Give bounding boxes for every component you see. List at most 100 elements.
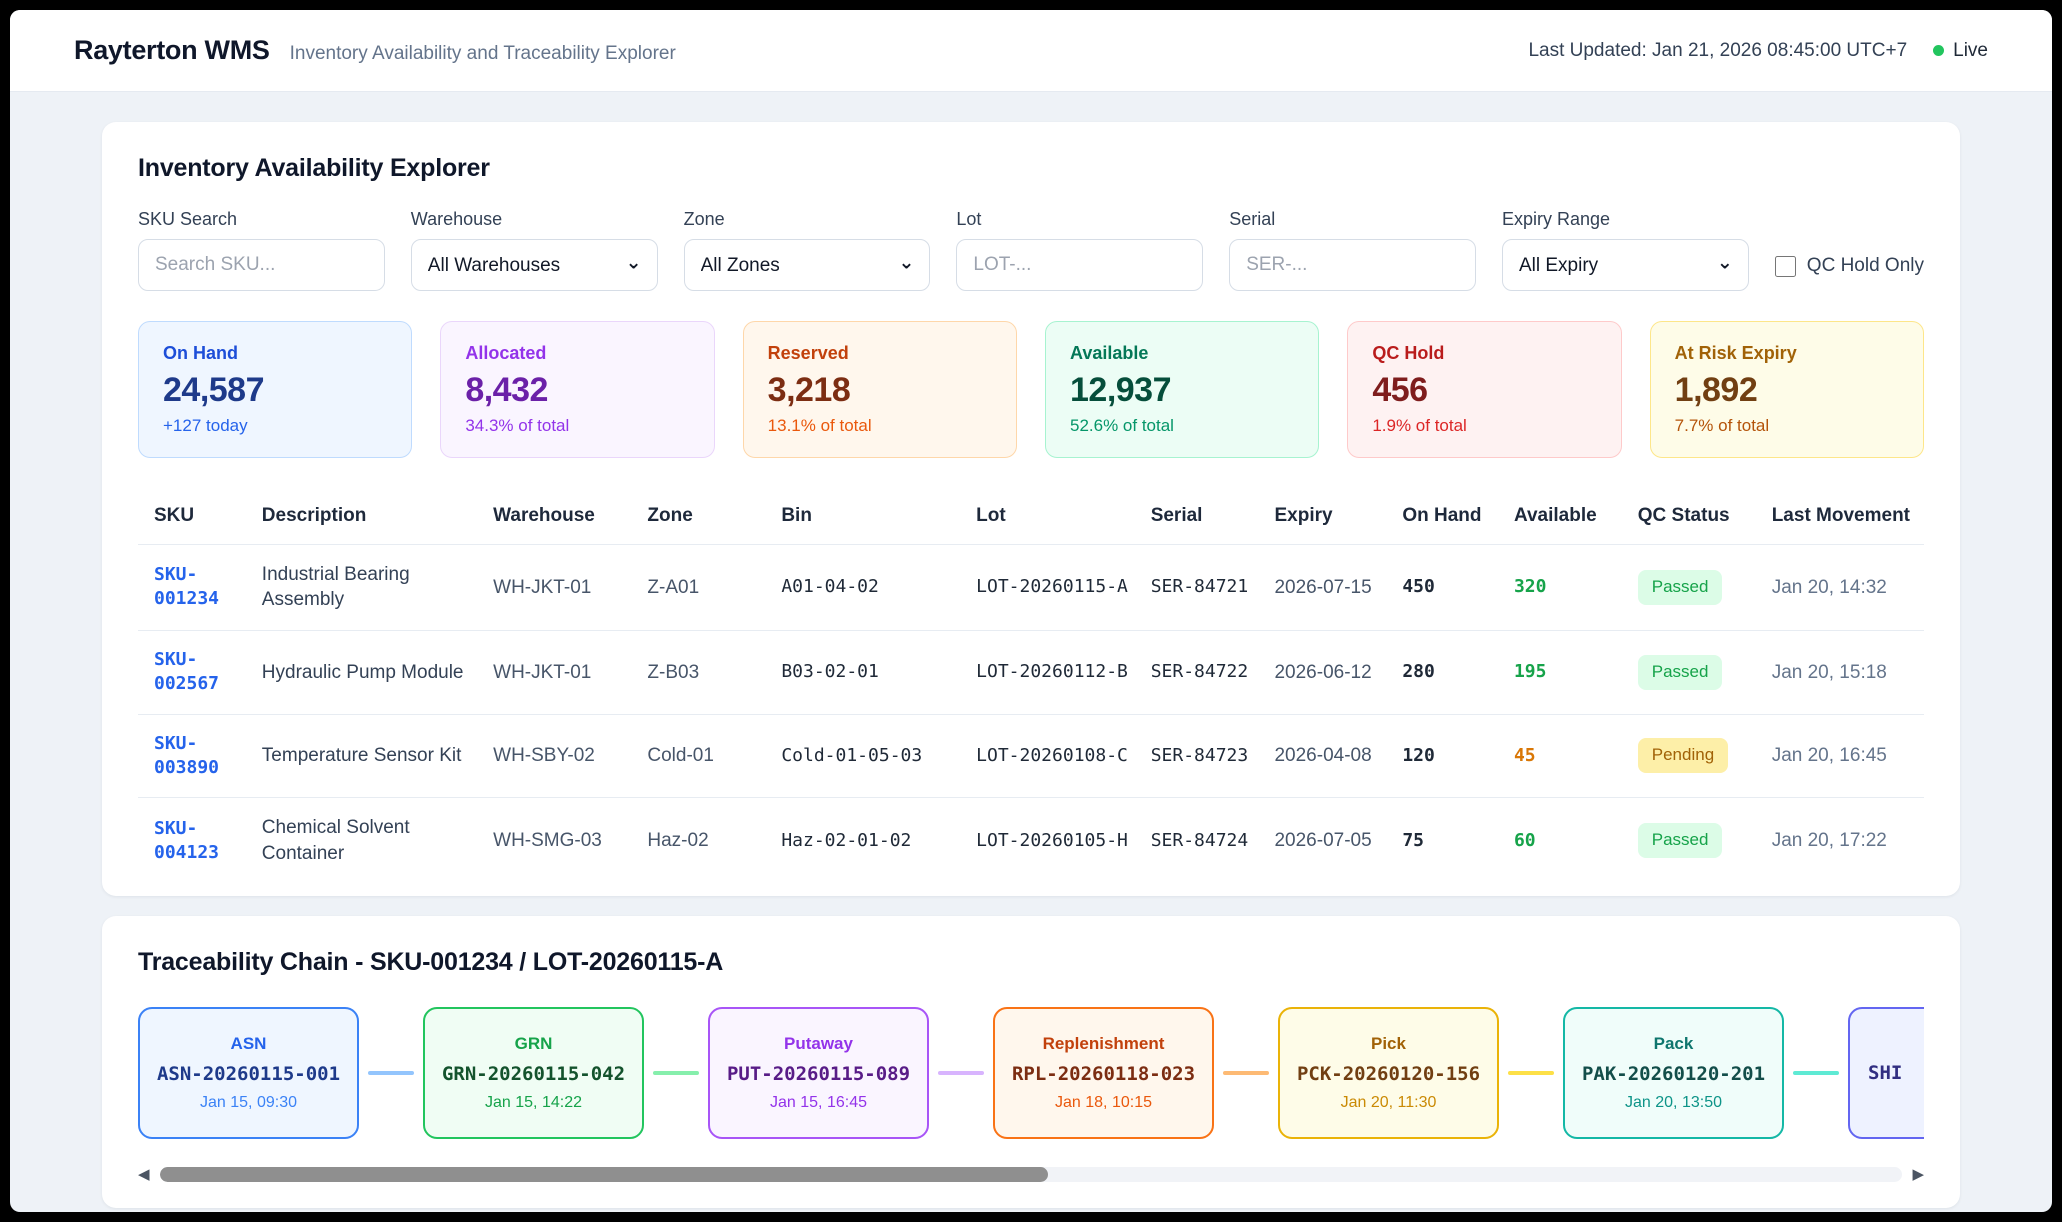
stat-card-on-hand: On Hand24,587+127 today — [138, 321, 412, 458]
warehouse-cell: WH-JKT-01 — [493, 544, 647, 630]
qc-status-cell: Passed — [1638, 631, 1772, 715]
chain-connector — [359, 1071, 423, 1075]
chain-node-code: PCK-20260120-156 — [1297, 1063, 1480, 1085]
serial-cell: SER-84722 — [1151, 631, 1275, 715]
chain-node-stage: GRN — [515, 1034, 553, 1054]
inventory-explorer-card: Inventory Availability Explorer SKU Sear… — [102, 122, 1960, 896]
chain-connector-line — [1508, 1071, 1554, 1075]
chain-node-timestamp: Jan 18, 10:15 — [1055, 1094, 1152, 1112]
app-window: Rayterton WMS Inventory Availability and… — [10, 10, 2052, 1212]
expiry-select[interactable]: All Expiry — [1502, 239, 1749, 291]
stat-label: At Risk Expiry — [1675, 343, 1899, 364]
chain-node-code: RPL-20260118-023 — [1012, 1063, 1195, 1085]
zone-label: Zone — [684, 209, 931, 230]
sku-cell[interactable]: SKU-001234 — [138, 544, 262, 630]
bin-cell: Cold-01-05-03 — [781, 714, 976, 798]
sku-search-filter: SKU Search — [138, 209, 385, 291]
stat-label: QC Hold — [1372, 343, 1596, 364]
scrollbar-thumb[interactable] — [160, 1167, 1049, 1182]
chain-node-code: GRN-20260115-042 — [442, 1063, 625, 1085]
chain-connector — [929, 1071, 993, 1075]
sku-cell[interactable]: SKU-004123 — [138, 798, 262, 884]
chain-connector — [644, 1071, 708, 1075]
serial-cell: SER-84723 — [1151, 714, 1275, 798]
traceability-chain-viewport: ASNASN-20260115-001Jan 15, 09:30 GRN GRN-2… — [138, 1007, 1924, 1139]
column-header-expiry: Expiry — [1274, 490, 1402, 544]
expiry-cell: 2026-07-15 — [1274, 544, 1402, 630]
traceability-card: Traceability Chain - SKU-001234 / LOT-20… — [102, 916, 1960, 1208]
warehouse-select[interactable]: All Warehouses — [411, 239, 658, 291]
bin-cell: A01-04-02 — [781, 544, 976, 630]
chain-connector-line — [938, 1071, 984, 1075]
serial-input[interactable] — [1229, 239, 1476, 291]
column-header-sku: SKU — [138, 490, 262, 544]
stat-card-at-risk-expiry: At Risk Expiry 1,892 7.7% of total — [1650, 321, 1924, 458]
column-header-bin: Bin — [781, 490, 976, 544]
expiry-cell: 2026-07-05 — [1274, 798, 1402, 884]
chain-scrollbar: ◀ ▶ — [138, 1167, 1924, 1182]
chain-node-stage: ASN — [231, 1034, 267, 1054]
table-row: SKU-002567Hydraulic Pump ModuleWH-JKT-01… — [138, 631, 1924, 715]
lot-filter: Lot — [956, 209, 1203, 291]
zone-filter: Zone All Zones ⌄ — [684, 209, 931, 291]
stat-subtext: +127 today — [163, 416, 387, 436]
zone-select[interactable]: All Zones — [684, 239, 931, 291]
sku-search-input[interactable] — [138, 239, 385, 291]
last-movement-cell: Jan 20, 15:18 — [1772, 631, 1924, 715]
chain-node-timestamp: Jan 15, 09:30 — [200, 1094, 297, 1112]
chain-node-pack[interactable]: PackPAK-20260120-201Jan 20, 13:50 — [1563, 1007, 1784, 1139]
zone-cell: Haz-02 — [647, 798, 781, 884]
expiry-cell: 2026-06-12 — [1274, 631, 1402, 715]
expiry-label: Expiry Range — [1502, 209, 1749, 230]
qc-hold-only-checkbox[interactable] — [1775, 256, 1796, 277]
table-row: SKU-001234Industrial Bearing AssemblyWH-… — [138, 544, 1924, 630]
stat-card-qc-hold: QC Hold 456 1.9% of total — [1347, 321, 1621, 458]
app-header: Rayterton WMS Inventory Availability and… — [10, 10, 2052, 92]
table-row: SKU-003890Temperature Sensor KitWH-SBY-0… — [138, 714, 1924, 798]
sku-search-label: SKU Search — [138, 209, 385, 230]
last-movement-cell: Jan 20, 17:22 — [1772, 798, 1924, 884]
chain-node-pick[interactable]: PickPCK-20260120-156Jan 20, 11:30 — [1278, 1007, 1499, 1139]
chain-node-stage: Putaway — [784, 1034, 853, 1054]
scrollbar-track[interactable] — [160, 1167, 1903, 1182]
chain-node-stage: Pick — [1371, 1034, 1406, 1054]
scroll-left-arrow[interactable]: ◀ — [138, 1167, 150, 1182]
qc-hold-only-label: QC Hold Only — [1807, 255, 1924, 277]
chain-node-grn[interactable]: GRNGRN-20260115-042Jan 15, 14:22 — [423, 1007, 644, 1139]
on-hand-cell: 120 — [1402, 714, 1514, 798]
zone-cell: Z-B03 — [647, 631, 781, 715]
qc-hold-only-filter[interactable]: QC Hold Only — [1775, 255, 1924, 277]
lot-input[interactable] — [956, 239, 1203, 291]
warehouse-cell: WH-SMG-03 — [493, 798, 647, 884]
chain-node-code: PAK-20260120-201 — [1582, 1063, 1765, 1085]
table-header-row: SKUDescriptionWarehouseZoneBinLotSerialE… — [138, 490, 1924, 544]
stat-value: 456 — [1372, 371, 1596, 410]
on-hand-cell: 75 — [1402, 798, 1514, 884]
chain-node-replenishment[interactable]: ReplenishmentRPL-20260118-023Jan 18, 10:… — [993, 1007, 1214, 1139]
main-content: Inventory Availability Explorer SKU Sear… — [10, 92, 2052, 1212]
qc-status-cell: Passed — [1638, 798, 1772, 884]
chain-node-code: PUT-20260115-089 — [727, 1063, 910, 1085]
stat-label: On Hand — [163, 343, 387, 364]
stat-value: 1,892 — [1675, 371, 1899, 410]
sku-cell[interactable]: SKU-003890 — [138, 714, 262, 798]
chain-node-asn[interactable]: ASNASN-20260115-001Jan 15, 09:30 — [138, 1007, 359, 1139]
traceability-chain: ASNASN-20260115-001Jan 15, 09:30 GRN GRN-2… — [138, 1007, 1924, 1139]
traceability-title: Traceability Chain - SKU-001234 / LOT-20… — [138, 948, 1924, 977]
sku-cell[interactable]: SKU-002567 — [138, 631, 262, 715]
explorer-title: Inventory Availability Explorer — [138, 154, 1924, 183]
stat-subtext: 1.9% of total — [1372, 416, 1596, 436]
serial-cell: SER-84724 — [1151, 798, 1275, 884]
live-indicator-dot — [1933, 45, 1944, 56]
zone-cell: Cold-01 — [647, 714, 781, 798]
scroll-right-arrow[interactable]: ▶ — [1912, 1167, 1924, 1182]
chain-node-putaway[interactable]: PutawayPUT-20260115-089Jan 15, 16:45 — [708, 1007, 929, 1139]
stat-subtext: 7.7% of total — [1675, 416, 1899, 436]
description-cell: Industrial Bearing Assembly — [262, 544, 493, 630]
stat-card-allocated: Allocated8,43234.3% of total — [440, 321, 714, 458]
last-updated-text: Last Updated: Jan 21, 2026 08:45:00 UTC+… — [1528, 40, 1907, 62]
inventory-table-body: SKU-001234Industrial Bearing AssemblyWH-… — [138, 544, 1924, 883]
stat-subtext: 13.1% of total — [768, 416, 992, 436]
chain-node-shipment-partial[interactable]: SHI — [1848, 1007, 1924, 1139]
on-hand-cell: 280 — [1402, 631, 1514, 715]
